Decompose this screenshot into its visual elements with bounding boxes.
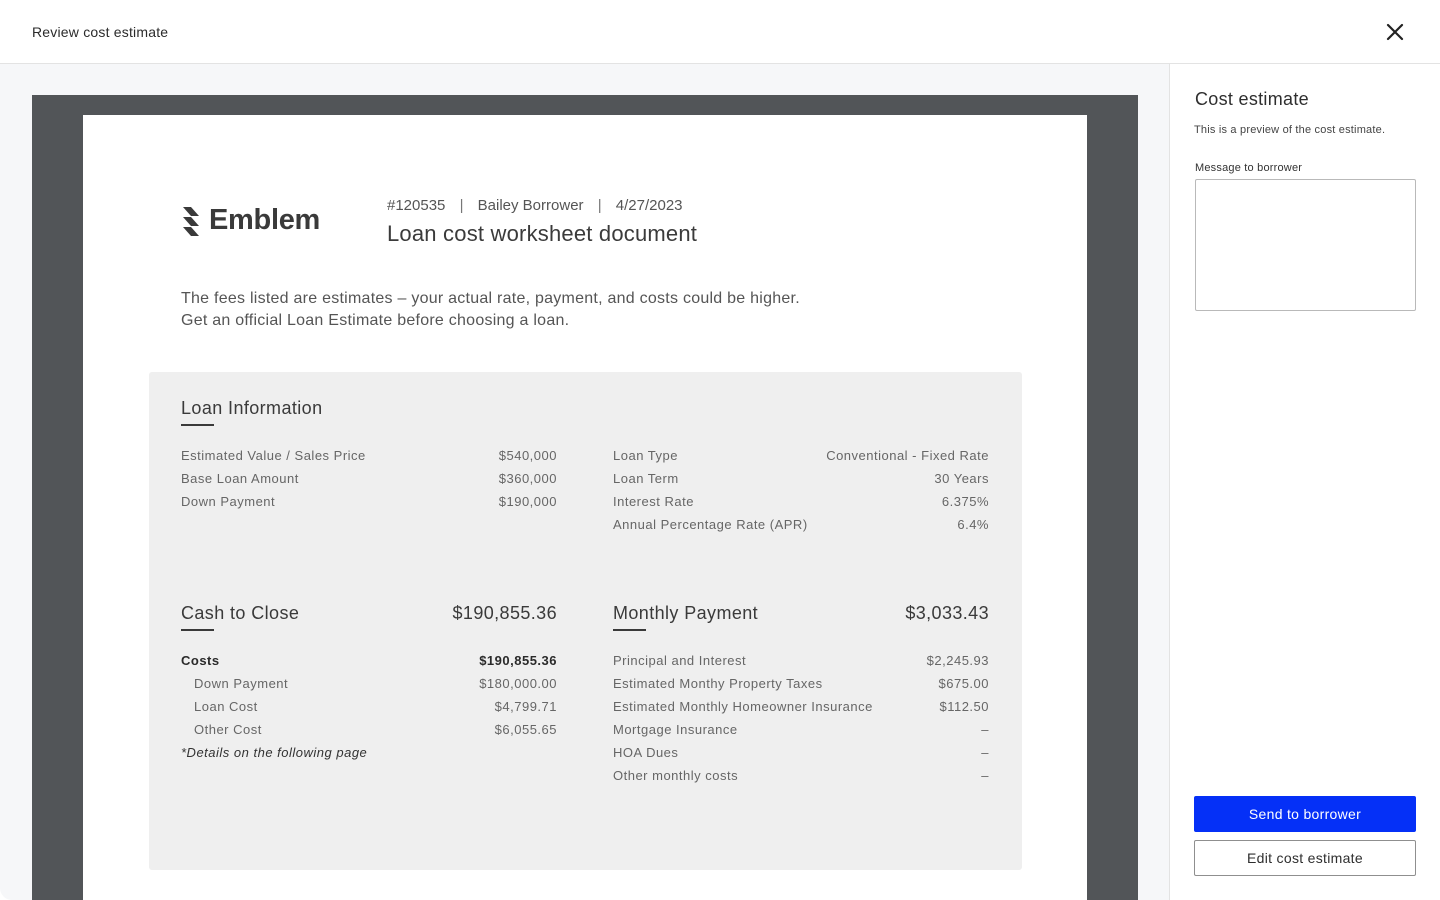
row-label: Estimated Monthy Property Taxes xyxy=(613,676,823,691)
loan-summary-card: Loan Information Estimated Value / Sales… xyxy=(149,372,1022,870)
section-underline xyxy=(613,629,646,631)
message-to-borrower-field[interactable] xyxy=(1195,179,1416,311)
disclaimer-line: Get an official Loan Estimate before cho… xyxy=(181,312,570,329)
row-value: 6.4% xyxy=(957,517,989,532)
loan-info-row: Annual Percentage Rate (APR) 6.4% xyxy=(613,517,989,537)
row-label: Mortgage Insurance xyxy=(613,722,738,737)
section-underline xyxy=(181,424,214,426)
cost-row: Other Cost $6,055.65 xyxy=(181,722,557,742)
row-label: Down Payment xyxy=(194,676,289,691)
row-value: Conventional - Fixed Rate xyxy=(826,448,989,463)
disclaimer: The fees listed are estimates – your act… xyxy=(181,288,800,332)
loan-info-row: Estimated Value / Sales Price $540,000 xyxy=(181,448,557,468)
disclaimer-line: The fees listed are estimates – your act… xyxy=(181,290,800,307)
sidebar-title: Cost estimate xyxy=(1195,89,1309,109)
document-number: #120535 xyxy=(387,197,446,214)
message-label: Message to borrower xyxy=(1195,162,1303,174)
row-label: Loan Cost xyxy=(194,699,258,714)
loan-info-row: Base Loan Amount $360,000 xyxy=(181,471,557,491)
details-note: *Details on the following page xyxy=(181,745,368,760)
payment-row: Estimated Monthly Homeowner Insurance $1… xyxy=(613,699,989,719)
row-label: Costs xyxy=(181,653,220,668)
document-title: Loan cost worksheet document xyxy=(387,221,698,246)
sidebar-subtitle: This is a preview of the cost estimate. xyxy=(1194,124,1386,136)
cost-estimate-sidebar: Cost estimate This is a preview of the c… xyxy=(1171,64,1440,900)
document-viewer[interactable]: Emblem #120535 | Bailey Borrower | 4/27/… xyxy=(32,95,1138,900)
meta-separator: | xyxy=(459,197,464,214)
payment-row: Other monthly costs – xyxy=(613,768,989,788)
row-label: Loan Term xyxy=(613,471,679,486)
logo-text: Emblem xyxy=(209,204,321,236)
row-value: – xyxy=(981,745,989,760)
row-value: $540,000 xyxy=(498,448,557,463)
row-value: 6.375% xyxy=(941,494,989,509)
row-value: 30 Years xyxy=(934,471,989,486)
row-value: $190,000 xyxy=(498,494,557,509)
document-preview-pane[interactable]: Emblem #120535 | Bailey Borrower | 4/27/… xyxy=(0,64,1170,900)
loan-info-row: Down Payment $190,000 xyxy=(181,494,557,514)
row-label: Annual Percentage Rate (APR) xyxy=(613,517,808,532)
document-meta: #120535 | Bailey Borrower | 4/27/2023 xyxy=(387,197,683,214)
row-label: Estimated Value / Sales Price xyxy=(181,448,366,463)
edit-cost-estimate-button[interactable]: Edit cost estimate xyxy=(1194,840,1416,876)
row-label: Other Cost xyxy=(194,722,262,737)
monthly-payment-amount: $3,033.43 xyxy=(905,603,989,623)
cash-to-close-amount: $190,855.36 xyxy=(452,603,557,623)
row-value: – xyxy=(981,768,989,783)
row-value: $6,055.65 xyxy=(494,722,557,737)
row-label: Base Loan Amount xyxy=(181,471,299,486)
row-value: – xyxy=(981,722,989,737)
loan-info-row: Loan Term 30 Years xyxy=(613,471,989,491)
row-label: Principal and Interest xyxy=(613,653,747,668)
send-to-borrower-button[interactable]: Send to borrower xyxy=(1194,796,1416,832)
close-icon xyxy=(1386,23,1404,41)
loan-info-row: Interest Rate 6.375% xyxy=(613,494,989,514)
costs-row: Costs $190,855.36 xyxy=(181,653,557,673)
row-label: Interest Rate xyxy=(613,494,694,509)
payment-row: Mortgage Insurance – xyxy=(613,722,989,742)
row-value: $4,799.71 xyxy=(494,699,557,714)
emblem-logo: Emblem xyxy=(181,203,331,243)
row-value: $180,000.00 xyxy=(479,676,557,691)
cost-row: Loan Cost $4,799.71 xyxy=(181,699,557,719)
document-date: 4/27/2023 xyxy=(615,197,683,214)
loan-info-row: Loan Type Conventional - Fixed Rate xyxy=(613,448,989,468)
row-value: $190,855.36 xyxy=(479,653,557,668)
row-value: $675.00 xyxy=(938,676,989,691)
close-button[interactable] xyxy=(1381,18,1409,46)
row-label: Estimated Monthly Homeowner Insurance xyxy=(613,699,873,714)
row-value: $2,245.93 xyxy=(926,653,989,668)
payment-row: Principal and Interest $2,245.93 xyxy=(613,653,989,673)
monthly-payment-title: Monthly Payment xyxy=(613,603,759,623)
row-label: Other monthly costs xyxy=(613,768,739,783)
payment-row: Estimated Monthy Property Taxes $675.00 xyxy=(613,676,989,696)
row-label: Loan Type xyxy=(613,448,678,463)
cost-row: Down Payment $180,000.00 xyxy=(181,676,557,696)
page-title: Review cost estimate xyxy=(32,24,169,40)
meta-separator: | xyxy=(597,197,602,214)
row-label: HOA Dues xyxy=(613,745,679,760)
payment-row: HOA Dues – xyxy=(613,745,989,765)
document-page: Emblem #120535 | Bailey Borrower | 4/27/… xyxy=(83,115,1087,900)
header-bar: Review cost estimate xyxy=(0,0,1440,64)
loan-information-title: Loan Information xyxy=(181,398,323,418)
borrower-name: Bailey Borrower xyxy=(477,197,584,214)
row-label: Down Payment xyxy=(181,494,276,509)
section-underline xyxy=(181,629,214,631)
row-value: $360,000 xyxy=(498,471,557,486)
emblem-logo-icon xyxy=(183,207,199,236)
row-value: $112.50 xyxy=(939,699,989,714)
cash-to-close-title: Cash to Close xyxy=(181,603,300,623)
